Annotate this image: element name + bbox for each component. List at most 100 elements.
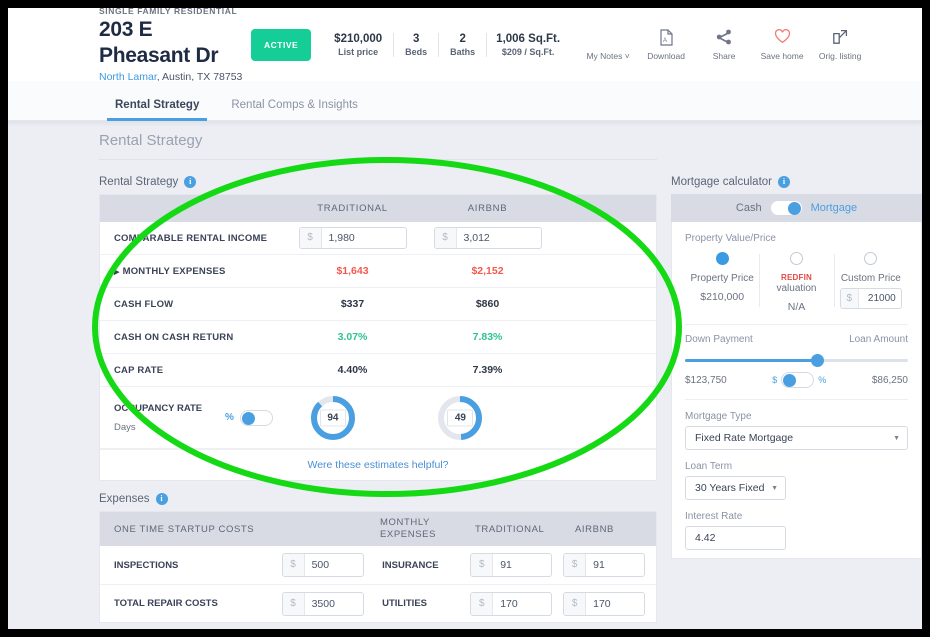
- expand-caret-icon[interactable]: ▶: [114, 269, 120, 276]
- slider-thumb[interactable]: [810, 354, 824, 367]
- orig-listing-button[interactable]: Orig. listing: [811, 28, 869, 61]
- divider: [685, 324, 908, 325]
- row-label-cash-flow: CASH FLOW: [114, 298, 174, 310]
- my-notes-button[interactable]: My Notes ˅: [579, 29, 637, 61]
- mortgage-type-value: Fixed Rate Mortgage: [695, 432, 794, 444]
- expenses-row: INSPECTIONS $ 500 INSURANCE $ 91 $ 91: [100, 546, 656, 584]
- share-icon: [695, 29, 753, 49]
- rental-strategy-table-header: TRADITIONAL AIRBNB: [100, 195, 656, 222]
- insurance-airbnb-input[interactable]: $ 91: [563, 553, 646, 577]
- loan-term-select[interactable]: 30 Years Fixed ▼: [685, 476, 786, 500]
- app-window: SINGLE FAMILY RESIDENTIAL 203 E Pheasant…: [8, 8, 922, 629]
- loan-term-value: 30 Years Fixed: [695, 482, 765, 494]
- currency-prefix: $: [471, 592, 494, 615]
- monthly-expenses-traditional: $1,643: [336, 265, 369, 277]
- row-label-cash-on-cash-return: CASH ON CASH RETURN: [114, 331, 234, 343]
- currency-prefix: $: [471, 554, 494, 576]
- share-button[interactable]: Share: [695, 28, 753, 61]
- mortgage-calculator-body: Property Value/Price Property Price $210…: [671, 222, 922, 559]
- comparable-rental-income-traditional-input[interactable]: $ 1,980: [298, 227, 407, 249]
- toggle-knob: [783, 374, 797, 387]
- occupancy-rate-label: OCCUPANCY RATE: [114, 402, 203, 414]
- currency-prefix: $: [564, 554, 587, 576]
- option-custom-price[interactable]: Custom Price $ 21000: [833, 252, 908, 313]
- occupancy-gauge-airbnb-cell: 49: [393, 394, 528, 442]
- stat-label: Beds: [405, 46, 428, 57]
- info-icon[interactable]: i: [155, 493, 168, 505]
- utilities-airbnb-input[interactable]: $ 170: [563, 591, 646, 616]
- expense-label-insurance: INSURANCE: [382, 559, 439, 571]
- radio-redfin-valuation[interactable]: [789, 252, 803, 265]
- address-block: SINGLE FAMILY RESIDENTIAL 203 E Pheasant…: [8, 8, 248, 83]
- expenses-table-header: ONE TIME STARTUP COSTS MONTHLY EXPENSES …: [100, 512, 656, 546]
- loan-term-label: Loan Term: [685, 461, 733, 472]
- share-label: Share: [712, 51, 736, 61]
- column-header-startup-costs: ONE TIME STARTUP COSTS: [114, 523, 255, 535]
- option-redfin-valuation[interactable]: REDFIN valuation N/A: [759, 252, 833, 313]
- feedback-link[interactable]: Were these estimates helpful?: [100, 449, 656, 480]
- mortgage-calculator-header: Mortgage calculator i: [671, 176, 922, 188]
- interest-rate-input[interactable]: 4.42: [685, 526, 786, 550]
- total-repair-costs-cell: $ 3500: [281, 591, 383, 616]
- tab-rental-strategy[interactable]: Rental Strategy: [99, 99, 215, 121]
- currency-prefix: $: [840, 289, 859, 308]
- table-row[interactable]: ▶ MONTHLY EXPENSES $1,643 $2,152: [100, 255, 656, 288]
- rental-strategy-card: TRADITIONAL AIRBNB COMPARABLE RENTAL INC…: [99, 194, 657, 481]
- divider: [685, 399, 908, 400]
- occupancy-unit-toggle[interactable]: [239, 409, 273, 426]
- inspections-input[interactable]: $ 500: [281, 553, 364, 577]
- currency-prefix: $: [434, 228, 457, 248]
- option-property-price[interactable]: Property Price $210,000: [685, 252, 759, 313]
- stat-label: $209 / Sq.Ft.: [501, 46, 555, 57]
- expense-label-total-repair-costs: TOTAL REPAIR COSTS: [114, 598, 218, 609]
- stat-sqft: 1,006 Sq.Ft. $209 / Sq.Ft.: [486, 32, 569, 57]
- input-value: 500: [311, 559, 330, 571]
- payment-slider-labels: Down Payment Loan Amount: [685, 334, 908, 345]
- cash-label[interactable]: Cash: [736, 202, 762, 214]
- option-label: Property Price: [690, 273, 754, 284]
- custom-price-input[interactable]: $ 21000: [839, 288, 902, 309]
- currency-prefix: $: [282, 554, 305, 576]
- download-label: Download: [647, 51, 685, 61]
- table-row: CASH ON CASH RETURN 3.07% 7.83%: [100, 321, 656, 354]
- occupancy-labels: OCCUPANCY RATE Days: [114, 403, 209, 433]
- down-payment-value: $123,750: [685, 374, 727, 386]
- avatar-icon: [579, 29, 637, 49]
- stat-baths: 2 Baths: [438, 32, 486, 57]
- info-icon[interactable]: i: [778, 176, 790, 188]
- save-home-button[interactable]: Save home: [753, 28, 811, 61]
- insurance-traditional-input[interactable]: $ 91: [470, 553, 553, 577]
- comparable-rental-income-traditional-group: $ 1,980: [285, 227, 420, 249]
- info-icon[interactable]: i: [184, 176, 197, 188]
- status-badge: ACTIVE: [251, 28, 312, 61]
- cash-mortgage-toggle[interactable]: [769, 200, 803, 216]
- table-row: COMPARABLE RENTAL INCOME $ 1,980 $ 3,012: [100, 222, 656, 255]
- occupancy-gauge-airbnb-value: 49: [447, 409, 474, 426]
- option-value: $210,000: [700, 291, 745, 303]
- mortgage-type-select[interactable]: Fixed Rate Mortgage ▼: [685, 426, 908, 450]
- mortgage-calculator-label: Mortgage calculator: [671, 176, 772, 188]
- column-header-expenses-traditional: TRADITIONAL: [475, 523, 545, 535]
- slider-fill: [685, 359, 817, 362]
- total-repair-costs-input[interactable]: $ 3500: [281, 591, 364, 616]
- dollar-percent-toggle[interactable]: [781, 372, 815, 388]
- occupancy-percent-label: %: [225, 412, 234, 423]
- cash-flow-airbnb: $860: [475, 298, 500, 310]
- occupancy-rate-row: OCCUPANCY RATE Days % 94 49: [100, 387, 656, 449]
- comparable-rental-income-airbnb-input[interactable]: $ 3,012: [433, 227, 542, 249]
- rental-strategy-label: Rental Strategy: [99, 176, 179, 188]
- down-payment-slider[interactable]: [685, 352, 908, 368]
- radio-property-price[interactable]: [715, 252, 729, 265]
- property-value-options: Property Price $210,000 REDFIN valuation…: [685, 252, 908, 313]
- cash-flow-traditional: $337: [340, 298, 365, 310]
- option-label: valuation: [776, 283, 817, 294]
- download-button[interactable]: A Download: [637, 28, 695, 61]
- inspections-input-cell: $ 500: [281, 553, 383, 577]
- mortgage-label[interactable]: Mortgage: [811, 202, 857, 214]
- tab-rental-comps-insights[interactable]: Rental Comps & Insights: [215, 99, 374, 120]
- chevron-down-icon: ▼: [771, 484, 778, 492]
- radio-custom-price[interactable]: [864, 252, 878, 265]
- utilities-traditional-input[interactable]: $ 170: [470, 591, 553, 616]
- column-header-traditional: TRADITIONAL: [317, 203, 388, 214]
- header-actions: My Notes ˅ A Download Share Save home Or…: [579, 28, 869, 61]
